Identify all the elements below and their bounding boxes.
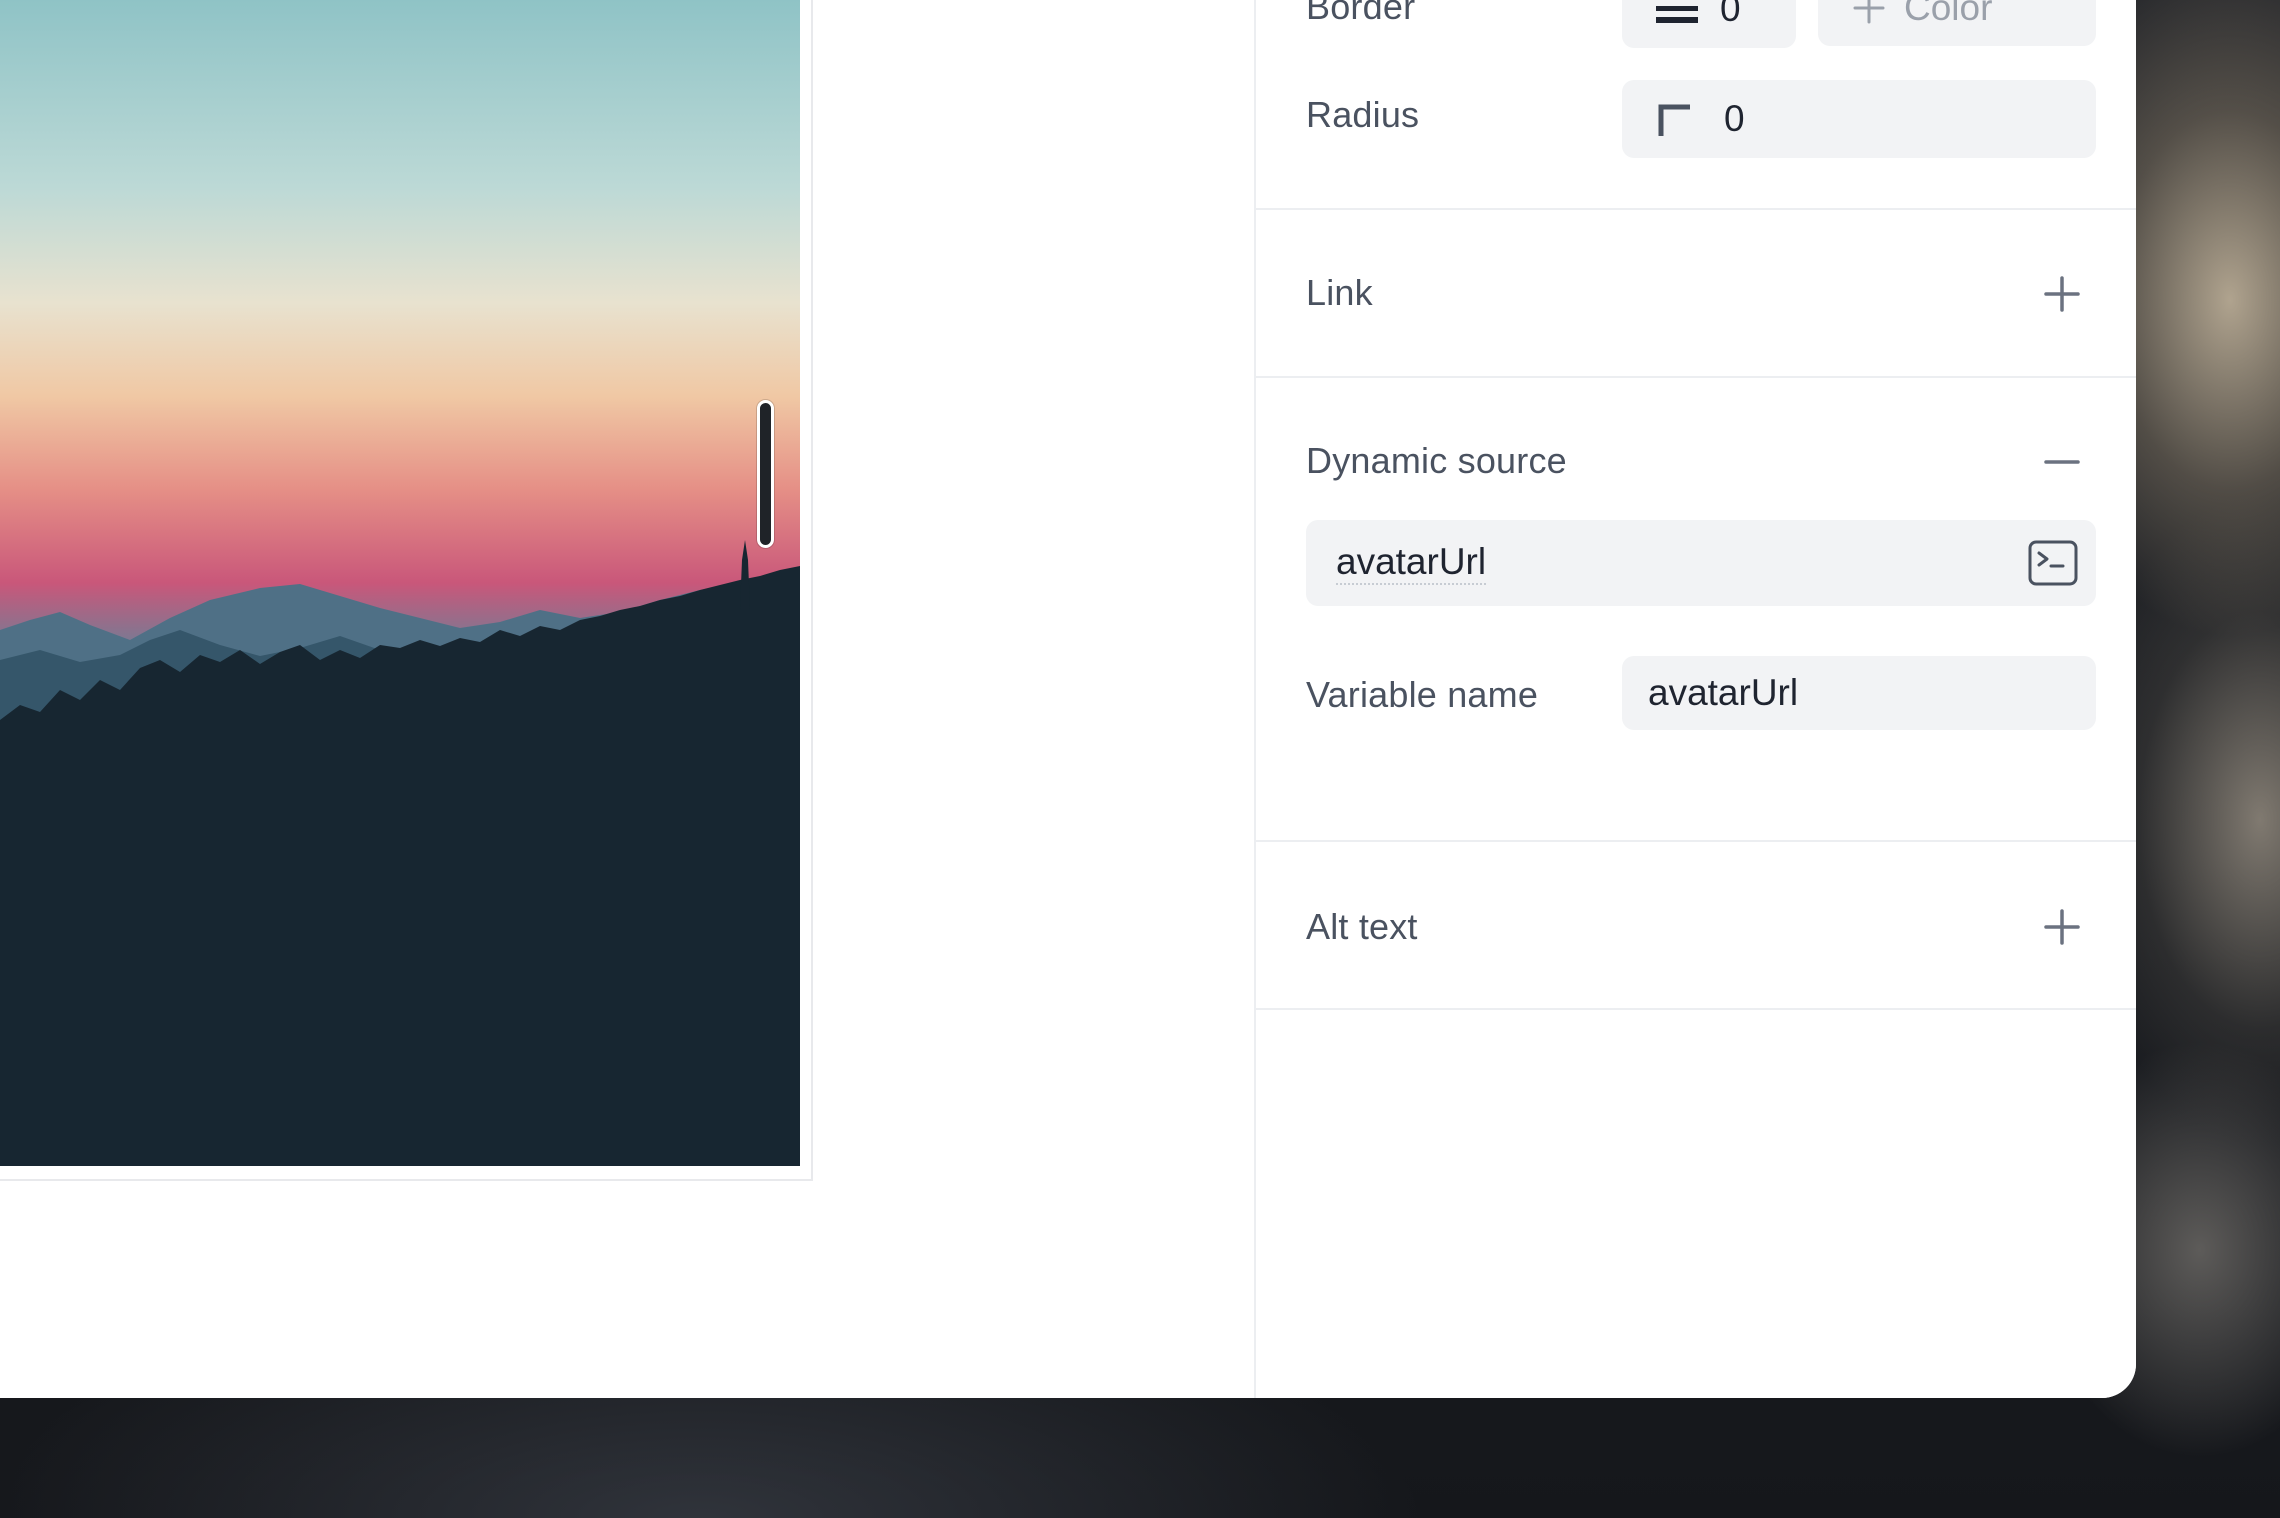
variable-name-input[interactable]: avatarUrl (1622, 656, 2096, 730)
divider (1256, 208, 2136, 210)
border-color-button[interactable]: Color (1818, 0, 2096, 46)
image-element-frame[interactable] (0, 0, 813, 1181)
divider (1256, 1008, 2136, 1010)
border-width-value: 0 (1720, 0, 1741, 29)
resize-handle[interactable] (757, 400, 774, 548)
canvas[interactable] (0, 0, 1254, 1398)
plus-icon[interactable] (2040, 272, 2084, 316)
corner-radius-icon (1658, 103, 1690, 136)
dynamic-source-label: Dynamic source (1306, 440, 1567, 481)
radius-label: Radius (1306, 94, 1420, 135)
plus-icon[interactable] (2040, 905, 2084, 949)
border-color-label: Color (1904, 0, 1993, 28)
divider (1256, 376, 2136, 378)
dynamic-source-field[interactable]: avatarUrl (1306, 520, 2096, 606)
border-width-icon (1656, 0, 1698, 24)
variable-name-label: Variable name (1306, 674, 1539, 715)
radius-field[interactable]: 0 (1622, 80, 2096, 158)
app-window: Border 0 Color Radius 0 Link Dynamic sou… (0, 0, 2136, 1398)
properties-panel: Border 0 Color Radius 0 Link Dynamic sou… (1254, 0, 2136, 1398)
plus-icon (1852, 0, 1886, 25)
link-label: Link (1306, 272, 1373, 313)
border-label: Border (1306, 0, 1416, 27)
radius-value: 0 (1724, 98, 1745, 139)
variable-name-value: avatarUrl (1648, 672, 1799, 713)
terminal-icon[interactable] (2028, 540, 2078, 586)
sunset-mountain-photo[interactable] (0, 0, 800, 1166)
minus-icon[interactable] (2040, 440, 2084, 484)
alt-text-label: Alt text (1306, 906, 1418, 947)
divider (1256, 840, 2136, 842)
dynamic-source-value: avatarUrl (1336, 541, 1487, 586)
border-width-field[interactable]: 0 (1622, 0, 1796, 48)
